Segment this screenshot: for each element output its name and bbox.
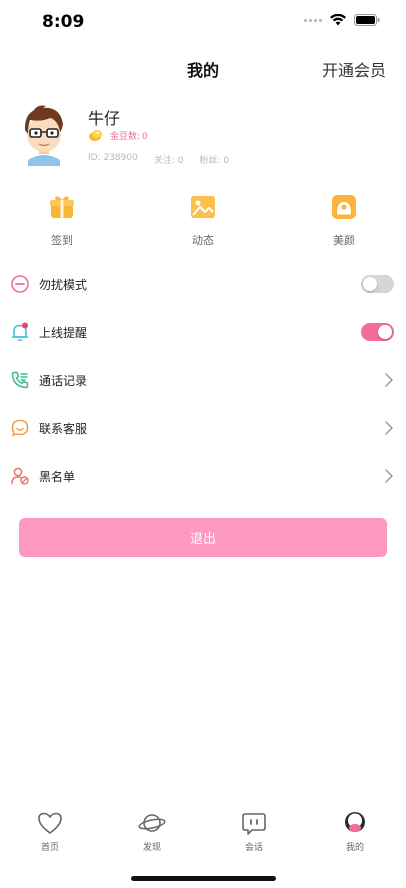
menu-item-label: 黑名单 [39,470,76,484]
menu-item-call-history[interactable]: 通话记录 [0,356,406,404]
profile-header[interactable]: 牛仔 金豆数: 0 ID: 238900 关注: 0 粉丝: 0 [16,100,390,172]
gift-icon [50,196,74,218]
status-icons [304,14,380,26]
cellular-signal-icon [304,18,322,22]
chevron-right-icon [385,373,393,387]
do-not-disturb-toggle[interactable] [361,275,394,293]
chat-icon [11,419,29,437]
shortcut-moments[interactable]: 动态 [163,194,243,248]
menu-item-customer-service[interactable]: 联系客服 [0,404,406,452]
shortcut-beauty[interactable]: 美颜 [304,194,384,248]
shortcut-checkin[interactable]: 签到 [22,194,102,248]
tab-label: 我的 [345,843,364,853]
menu-item-online-reminder: 上线提醒 [0,308,406,356]
chevron-right-icon [385,421,393,435]
fans-count[interactable]: 粉丝: 0 [199,153,229,166]
menu-item-blacklist[interactable]: 黑名单 [0,452,406,500]
tab-home[interactable]: 首页 [15,810,85,853]
avatar[interactable] [16,102,72,166]
open-vip-button[interactable]: 开通会员 [322,57,386,81]
tab-messages[interactable]: 会话 [219,810,289,853]
menu-item-label: 通话记录 [39,374,88,388]
profile-stats: ID: 238900 关注: 0 粉丝: 0 [88,153,229,166]
tab-discover[interactable]: 发现 [117,810,187,853]
phone-icon [11,371,29,389]
beauty-icon [332,195,356,219]
navigation-bar: 我的 开通会员 [0,44,406,90]
home-indicator [131,876,276,881]
settings-menu: 勿扰模式 上线提醒 通话记录 联系客服 黑名单 [0,260,406,500]
wifi-icon [330,14,346,26]
chevron-right-icon [385,469,393,483]
menu-item-label: 勿扰模式 [39,278,88,292]
status-time: 8:09 [42,12,85,32]
bell-icon [11,322,29,342]
shortcut-label: 签到 [51,234,73,247]
tab-bar: 首页 发现 会话 我的 [0,810,406,860]
coin-row: 金豆数: 0 [88,128,148,142]
coin-icon [89,130,102,141]
logout-button[interactable]: 退出 [19,518,387,557]
follow-count[interactable]: 关注: 0 [154,153,184,166]
shortcut-row: 签到 动态 美颜 [0,194,406,250]
heart-icon [38,812,62,834]
shortcut-label: 动态 [192,234,214,247]
toggle-knob [378,325,392,339]
tab-label: 首页 [40,843,59,853]
profile-icon [345,812,365,832]
coin-label-text: 金豆数: [110,131,141,142]
user-id: ID: 238900 [88,153,138,163]
shortcut-label: 美颜 [333,234,355,247]
status-bar: 8:09 [0,0,406,44]
tab-profile[interactable]: 我的 [320,810,390,853]
user-block-icon [11,467,29,485]
coin-label: 金豆数: 0 [110,129,148,142]
menu-item-do-not-disturb: 勿扰模式 [0,260,406,308]
online-reminder-toggle[interactable] [361,323,394,341]
profile-name: 牛仔 [88,109,121,128]
planet-icon [138,814,166,832]
minus-circle-icon [11,275,29,293]
menu-item-label: 联系客服 [39,422,88,436]
tab-label: 会话 [244,843,263,853]
battery-icon [354,14,380,26]
message-icon [242,813,266,835]
coin-value: 0 [142,131,148,142]
toggle-knob [363,277,377,291]
tab-label: 发现 [142,843,161,853]
menu-item-label: 上线提醒 [39,326,88,340]
image-icon [191,196,215,218]
